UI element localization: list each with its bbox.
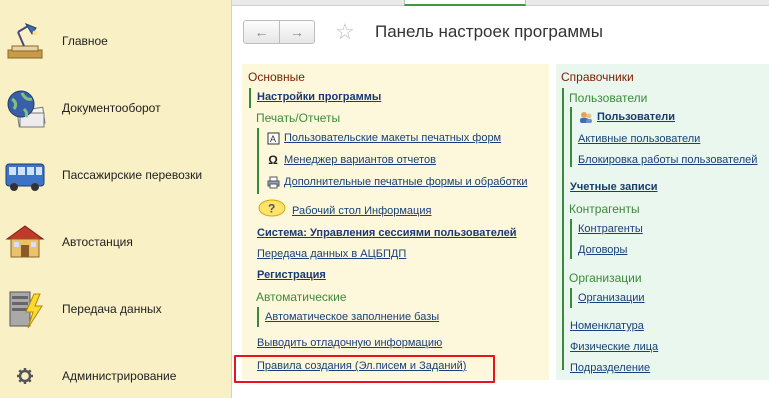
sidebar-item-main[interactable]: Главное	[0, 8, 231, 74]
sidebar-item-data-transfer[interactable]: Передача данных	[0, 276, 231, 342]
omega-icon: Ω	[268, 153, 278, 167]
sidebar-item-label: Документооборот	[62, 101, 161, 115]
organizations-link[interactable]: Организации	[578, 292, 645, 304]
desktop-info-link[interactable]: Рабочий стол Информация	[292, 205, 431, 217]
contractors-link[interactable]: Контрагенты	[578, 223, 643, 235]
users-block-link[interactable]: Блокировка работы пользователей	[578, 154, 757, 166]
nav-buttons: ← →	[243, 20, 315, 44]
svg-text:A: A	[270, 134, 276, 144]
group-title-auto: Автоматические	[256, 290, 347, 304]
settings-link[interactable]: Настройки программы	[257, 91, 381, 103]
print-link-report-manager[interactable]: Менеджер вариантов отчетов	[284, 154, 436, 166]
group-title-contractors: Контрагенты	[569, 202, 640, 216]
session-management-link[interactable]: Система: Управления сессиями пользовател…	[257, 227, 517, 239]
auto-fill-link[interactable]: Автоматическое заполнение базы	[265, 311, 439, 323]
users-icon	[579, 110, 593, 124]
group-title-orgs: Организации	[569, 271, 642, 285]
subdivision-link[interactable]: Подразделение	[570, 362, 650, 374]
tab-strip	[232, 0, 769, 6]
sidebar-item-label: Автостанция	[62, 235, 133, 249]
bus-icon	[4, 154, 46, 196]
users-link[interactable]: Пользователи	[597, 111, 675, 123]
active-users-link[interactable]: Активные пользователи	[578, 133, 700, 145]
sidebar-item-label: Пассажирские перевозки	[62, 168, 203, 182]
back-button[interactable]: ←	[244, 21, 279, 43]
globe-documents-icon	[4, 87, 46, 129]
transfer-acbpdp-link[interactable]: Передача данных в АЦБПДП	[257, 248, 406, 260]
sidebar-item-bus-station[interactable]: Автостанция	[0, 209, 231, 275]
contracts-link[interactable]: Договоры	[578, 244, 627, 256]
group-line	[257, 128, 259, 194]
document-a-icon: A	[266, 131, 280, 145]
group-line	[257, 307, 259, 327]
sidebar-item-passenger[interactable]: Пассажирские перевозки	[0, 142, 231, 208]
sidebar-item-admin[interactable]: Администрирование	[0, 343, 231, 398]
favorite-star-icon[interactable]: ☆	[335, 20, 355, 44]
accounts-link[interactable]: Учетные записи	[570, 181, 658, 193]
svg-text:?: ?	[268, 202, 275, 216]
sidebar-item-documents[interactable]: Документооборот	[0, 75, 231, 141]
sidebar-item-label: Передача данных	[62, 302, 162, 316]
help-question-icon: ?	[258, 199, 286, 217]
server-lightning-icon	[4, 288, 46, 330]
sidebar-item-label: Администрирование	[62, 369, 177, 383]
individuals-link[interactable]: Физические лица	[570, 341, 658, 353]
bus-station-icon	[4, 221, 46, 263]
highlight-box	[234, 355, 495, 383]
nomenclature-link[interactable]: Номенклатура	[570, 320, 644, 332]
sidebar-item-label: Главное	[62, 34, 108, 48]
tab-active[interactable]	[404, 0, 526, 6]
forward-button[interactable]: →	[278, 21, 314, 43]
print-link-layouts[interactable]: Пользовательские макеты печатных форм	[284, 132, 501, 144]
printer-icon	[266, 175, 280, 189]
group-line	[570, 219, 572, 259]
group-line	[570, 288, 572, 308]
section-title-refs: Справочники	[561, 70, 634, 84]
group-line	[249, 88, 251, 108]
print-link-additional[interactable]: Дополнительные печатные формы и обработк…	[284, 176, 527, 188]
registration-link[interactable]: Регистрация	[257, 269, 326, 281]
group-title-print: Печать/Отчеты	[256, 111, 341, 125]
group-line	[562, 88, 564, 370]
group-line	[570, 107, 572, 167]
gear-icon	[4, 355, 46, 397]
sidebar: Главное Документооборот Пассажирские пер…	[0, 0, 232, 398]
page-title: Панель настроек программы	[375, 22, 603, 41]
section-title-main: Основные	[248, 70, 305, 84]
debug-info-link[interactable]: Выводить отладочную информацию	[257, 337, 442, 349]
desk-lamp-icon	[4, 20, 46, 62]
group-title-users: Пользователи	[569, 91, 648, 105]
